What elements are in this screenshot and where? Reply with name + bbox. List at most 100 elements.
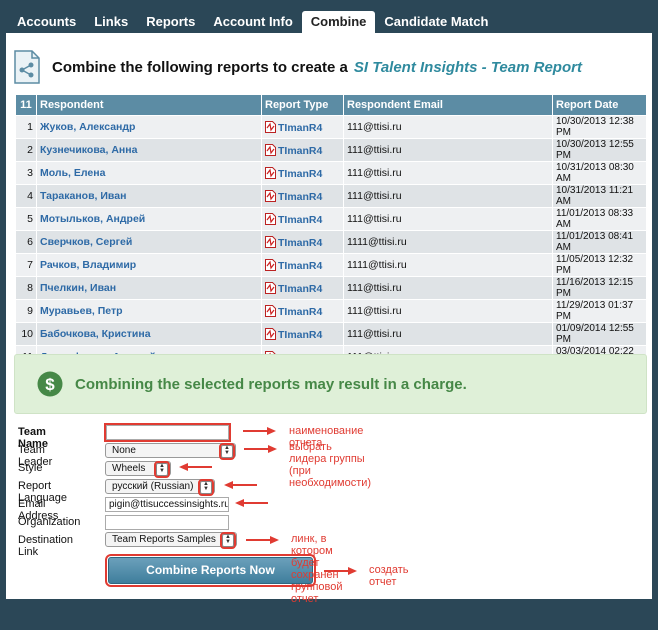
report-type-cell[interactable]: TImanR4	[261, 115, 344, 139]
destination-link-label: Destination Link	[18, 534, 74, 558]
report-type-link[interactable]: TImanR4	[278, 306, 322, 318]
row-number: 5	[16, 207, 37, 231]
row-number: 8	[16, 276, 37, 300]
respondent-link[interactable]: Муравьев, Петр	[36, 299, 262, 323]
annotation-submit: создать отчет	[369, 564, 409, 588]
respondent-link[interactable]: Мотыльков, Андрей	[36, 207, 262, 231]
tab-bar: Accounts Links Reports Account Info Comb…	[8, 11, 497, 33]
column-respondent[interactable]: Respondent	[36, 95, 262, 116]
table-row: 5 Мотыльков, Андрей TImanR4 111@ttisi.ru 11/…	[16, 207, 646, 231]
style-value: Wheels	[112, 463, 146, 474]
report-language-value: русский (Russian)	[112, 481, 194, 492]
destination-link-select[interactable]: Team Reports Samples ▲ ▼	[105, 532, 237, 549]
respondent-link[interactable]: Тараканов, Иван	[36, 184, 262, 208]
pdf-icon	[265, 304, 276, 317]
select-arrows-icon: ▲ ▼	[220, 532, 236, 549]
report-type-link[interactable]: TImanR4	[278, 260, 322, 272]
column-count: 11	[16, 95, 37, 116]
pdf-icon	[265, 166, 276, 179]
report-document-icon	[14, 50, 40, 84]
team-name-input[interactable]	[104, 423, 231, 442]
tab-links[interactable]: Links	[85, 11, 137, 33]
report-date: 10/31/2013 11:21 AM	[552, 184, 646, 208]
report-type-link[interactable]: TImanR4	[278, 237, 322, 249]
combine-reports-button[interactable]: Combine Reports Now	[105, 554, 316, 587]
combine-panel: Combine the following reports to create …	[6, 33, 652, 605]
team-leader-select[interactable]: None ▲ ▼	[105, 443, 236, 460]
row-number: 10	[16, 322, 37, 346]
report-date: 11/05/2013 12:32 PM	[552, 253, 646, 277]
report-type-cell[interactable]: TImanR4	[261, 161, 344, 185]
charge-text: Combining the selected reports may resul…	[75, 375, 467, 393]
report-type-link[interactable]: TImanR4	[278, 168, 322, 180]
report-type-link[interactable]: TImanR4	[278, 145, 322, 157]
report-type-cell[interactable]: TImanR4	[261, 276, 344, 300]
respondent-link[interactable]: Пчелкин, Иван	[36, 276, 262, 300]
report-type-cell[interactable]: TImanR4	[261, 322, 344, 346]
annotation-arrow-icon	[324, 567, 357, 575]
dollar-icon: $	[37, 371, 63, 397]
style-label: Style	[18, 462, 43, 474]
select-arrows-icon: ▲ ▼	[219, 443, 235, 460]
annotation-arrow-icon	[224, 481, 257, 489]
report-date: 01/09/2014 12:55 PM	[552, 322, 646, 346]
table-row: 2 Кузнечикова, Анна TImanR4 111@ttisi.ru 10/…	[16, 138, 646, 162]
tab-accounts[interactable]: Accounts	[8, 11, 85, 33]
annotation-arrow-icon	[235, 499, 268, 507]
email-field[interactable]: pigin@ttisuccessinsights.ru	[105, 497, 229, 512]
report-type-link[interactable]: TImanR4	[278, 122, 322, 134]
column-respondent-email[interactable]: Respondent Email	[343, 95, 553, 116]
report-language-select[interactable]: русский (Russian) ▲ ▼	[105, 479, 215, 496]
svg-text:$: $	[45, 375, 55, 394]
style-select[interactable]: Wheels ▲ ▼	[105, 461, 171, 478]
report-type-cell[interactable]: TImanR4	[261, 299, 344, 323]
column-report-type[interactable]: Report Type	[261, 95, 344, 116]
report-type-link[interactable]: TImanR4	[278, 214, 322, 226]
pdf-icon	[265, 143, 276, 156]
report-type-cell[interactable]: TImanR4	[261, 253, 344, 277]
tab-combine[interactable]: Combine	[301, 11, 376, 33]
respondent-link[interactable]: Кузнечикова, Анна	[36, 138, 262, 162]
report-date: 11/01/2013 08:41 AM	[552, 230, 646, 254]
report-type-cell[interactable]: TImanR4	[261, 138, 344, 162]
respondent-email: 111@ttisi.ru	[343, 276, 553, 300]
destination-link-value: Team Reports Samples	[112, 534, 216, 545]
report-name-link[interactable]: SI Talent Insights - Team Report	[354, 59, 582, 76]
tab-account-info[interactable]: Account Info	[204, 11, 301, 33]
report-type-cell[interactable]: TImanR4	[261, 184, 344, 208]
annotation-arrow-icon	[246, 536, 279, 544]
report-type-cell[interactable]: TImanR4	[261, 207, 344, 231]
report-type-cell[interactable]: TImanR4	[261, 230, 344, 254]
respondent-email: 1111@ttisi.ru	[343, 230, 553, 254]
select-arrows-icon: ▲ ▼	[198, 479, 214, 496]
respondent-email: 111@ttisi.ru	[343, 161, 553, 185]
respondent-email: 1111@ttisi.ru	[343, 253, 553, 277]
tab-candidate-match[interactable]: Candidate Match	[375, 11, 497, 33]
pdf-icon	[265, 120, 276, 133]
respondent-link[interactable]: Рачков, Владимир	[36, 253, 262, 277]
respondent-link[interactable]: Моль, Елена	[36, 161, 262, 185]
respondent-email: 111@ttisi.ru	[343, 299, 553, 323]
respondent-link[interactable]: Сверчков, Сергей	[36, 230, 262, 254]
report-type-link[interactable]: TImanR4	[278, 283, 322, 295]
page-title: Combine the following reports to create …	[52, 58, 348, 76]
pdf-icon	[265, 212, 276, 225]
row-number: 6	[16, 230, 37, 254]
report-type-link[interactable]: TImanR4	[278, 329, 322, 341]
organization-input[interactable]	[105, 515, 229, 530]
report-date: 11/01/2013 08:33 AM	[552, 207, 646, 231]
table-row: 6 Сверчков, Сергей TImanR4 1111@ttisi.ru 11/…	[16, 230, 646, 254]
report-date: 11/29/2013 01:37 PM	[552, 299, 646, 323]
annotation-arrow-icon	[179, 463, 212, 471]
report-date: 11/16/2013 12:15 PM	[552, 276, 646, 300]
table-row: 3 Моль, Елена TImanR4 111@ttisi.ru 10/31/201…	[16, 161, 646, 185]
report-date: 10/31/2013 08:30 AM	[552, 161, 646, 185]
report-type-link[interactable]: TImanR4	[278, 191, 322, 203]
respondent-link[interactable]: Бабочкова, Кристина	[36, 322, 262, 346]
row-number: 7	[16, 253, 37, 277]
page-header: Combine the following reports to create …	[14, 49, 582, 85]
respondent-email: 111@ttisi.ru	[343, 322, 553, 346]
respondent-link[interactable]: Жуков, Александр	[36, 115, 262, 139]
tab-reports[interactable]: Reports	[137, 11, 204, 33]
column-report-date[interactable]: Report Date	[552, 95, 646, 116]
